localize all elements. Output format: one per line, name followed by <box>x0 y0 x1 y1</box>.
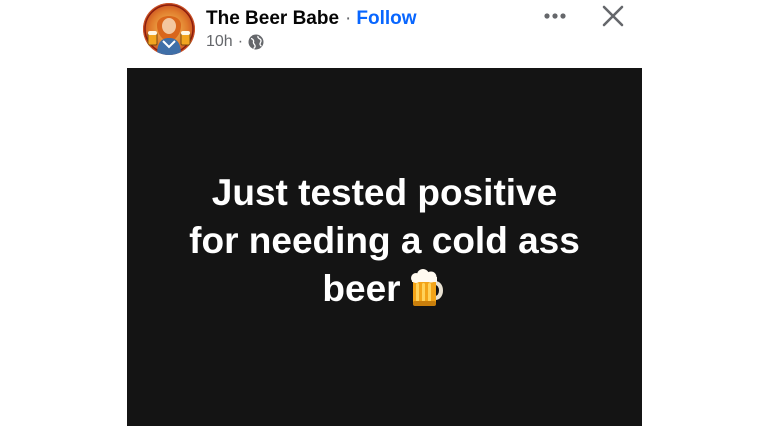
follow-button[interactable]: Follow <box>356 7 416 31</box>
post-timestamp[interactable]: 10h <box>206 33 233 51</box>
author-line: The Beer Babe · Follow <box>206 7 417 31</box>
post-text: Just tested positive for needing a cold … <box>145 169 625 313</box>
close-icon[interactable] <box>600 3 626 29</box>
beer-mug-icon <box>407 268 447 308</box>
post-text-line-word: beer <box>322 268 401 309</box>
author-name[interactable]: The Beer Babe <box>206 7 339 31</box>
more-horizontal-icon[interactable] <box>539 6 571 26</box>
meta-separator: · <box>237 33 244 50</box>
post-page: The Beer Babe · Follow 10h · Just tested… <box>0 0 768 432</box>
globe-icon[interactable] <box>248 34 264 50</box>
post-text-line-last: beer <box>145 265 625 313</box>
post-text-line: for needing a cold ass <box>189 220 580 261</box>
author-separator: · <box>345 8 352 29</box>
post-text-card[interactable]: Just tested positive for needing a cold … <box>127 68 642 426</box>
post-text-line: Just tested positive <box>211 172 558 213</box>
avatar[interactable] <box>143 3 195 55</box>
post-meta: 10h · <box>206 33 264 51</box>
